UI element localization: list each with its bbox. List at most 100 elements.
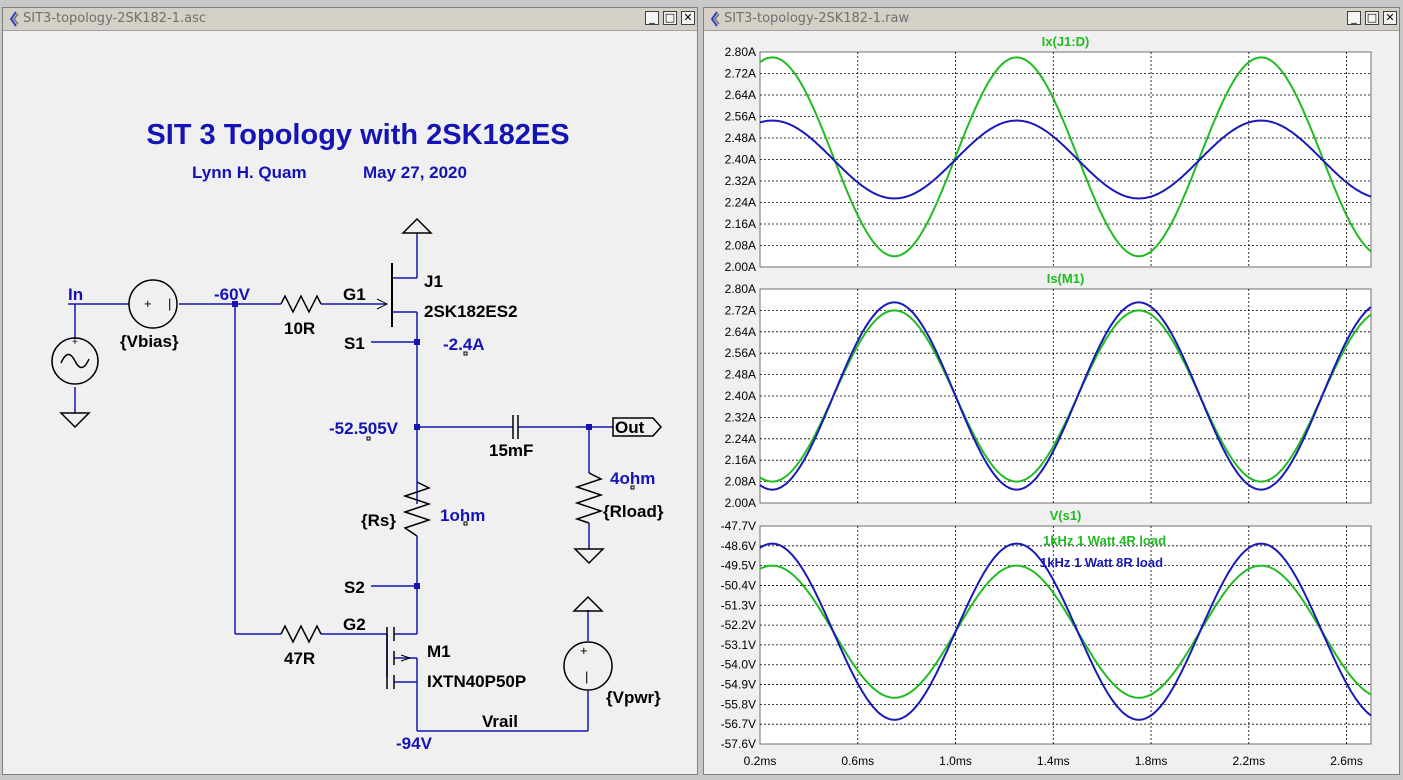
y-tick-label: 2.48A xyxy=(725,368,756,382)
plot-title: Is(M1) xyxy=(1047,271,1085,286)
ground-symbol xyxy=(573,548,605,565)
waveform-plot-area[interactable]: 2.80A 2.72A 2.64A 2.56A 2.48A 2.40A 2.32A 2.24A… xyxy=(704,30,1399,774)
label-cap: 15mF xyxy=(489,441,533,460)
annotation-8r-load: 1kHz 1 Watt 8R load xyxy=(1040,555,1163,570)
y-tick-label: 2.56A xyxy=(725,346,756,360)
maximize-button[interactable]: □ xyxy=(663,11,677,25)
supply-arrow-top xyxy=(401,217,433,234)
waveform-panel: 2.80A 2.72A 2.64A 2.56A 2.48A 2.40A 2.32A 2.24A… xyxy=(725,271,1372,510)
y-tick-label: 2.48A xyxy=(725,131,756,145)
label-rload-val: 4ohm xyxy=(610,469,655,488)
x-tick-label: 1.0ms xyxy=(939,754,972,768)
x-tick-label: 1.8ms xyxy=(1135,754,1168,768)
waveform-titlebar[interactable]: SIT3-topology-2SK182-1.raw _ □ ✕ xyxy=(704,8,1399,31)
label-r-gate1: 10R xyxy=(284,319,315,338)
label-node-out: -52.505V xyxy=(329,419,399,438)
y-tick-label: -49.5V xyxy=(721,559,756,573)
y-tick-label: -51.3V xyxy=(721,598,756,612)
y-tick-label: -53.1V xyxy=(721,638,756,652)
label-m1: M1 xyxy=(427,642,451,661)
plot-title: Ix(J1:D) xyxy=(1042,34,1090,49)
y-tick-label: 2.56A xyxy=(725,110,756,124)
supply-arrow-vpwr xyxy=(572,595,604,612)
svg-text:+: + xyxy=(72,337,78,348)
minimize-button[interactable]: _ xyxy=(645,11,659,25)
y-tick-label: -52.2V xyxy=(721,618,756,632)
y-tick-label: 2.32A xyxy=(725,174,756,188)
label-m1-part: IXTN40P50P xyxy=(427,672,526,691)
y-tick-label: 2.16A xyxy=(725,217,756,231)
ltspice-app-icon xyxy=(710,11,720,27)
svg-text:|: | xyxy=(585,669,588,684)
y-tick-label: 2.72A xyxy=(725,67,756,81)
plot-title: V(s1) xyxy=(1050,508,1082,523)
y-tick-label: 2.72A xyxy=(725,303,756,317)
y-tick-label: 2.08A xyxy=(725,239,756,253)
resistor-10r xyxy=(280,294,322,314)
schematic-canvas[interactable]: + | + | + SIT 3 Topology with 2SK182ES L… xyxy=(3,30,697,774)
svg-text:+: + xyxy=(580,643,588,658)
label-in: In xyxy=(68,285,83,304)
label-node-bias: -60V xyxy=(214,285,251,304)
y-tick-label: -48.6V xyxy=(721,539,756,553)
label-rs: {Rs} xyxy=(361,511,396,530)
waveform-window: SIT3-topology-2SK182-1.raw _ □ ✕ 2.80A 2.… xyxy=(703,7,1400,775)
y-tick-label: 2.64A xyxy=(725,325,756,339)
maximize-button[interactable]: □ xyxy=(1365,11,1379,25)
label-rs-val: 1ohm xyxy=(440,506,485,525)
label-s1: S1 xyxy=(344,334,365,353)
x-tick-label: 0.6ms xyxy=(841,754,874,768)
y-tick-label: 2.40A xyxy=(725,389,756,403)
y-tick-label: 2.80A xyxy=(725,282,756,296)
svg-text:+: + xyxy=(144,296,152,311)
resistor-rload xyxy=(574,472,604,524)
y-tick-label: 2.40A xyxy=(725,153,756,167)
label-j1-part: 2SK182ES2 xyxy=(424,302,518,321)
ground-symbol xyxy=(59,412,91,429)
y-tick-label: 2.24A xyxy=(725,432,756,446)
y-tick-label: 2.00A xyxy=(725,260,756,274)
svg-text:|: | xyxy=(168,296,171,311)
label-vrail: Vrail xyxy=(482,712,518,731)
y-tick-label: -47.7V xyxy=(721,519,756,533)
waveform-panel: 2.80A 2.72A 2.64A 2.56A 2.48A 2.40A 2.32A 2.24A… xyxy=(725,34,1372,274)
close-button[interactable]: ✕ xyxy=(681,11,695,25)
label-node-rail: -94V xyxy=(396,734,433,753)
ltspice-app-icon xyxy=(9,11,19,27)
y-tick-label: -56.7V xyxy=(721,717,756,731)
x-tick-label: 1.4ms xyxy=(1037,754,1070,768)
y-tick-label: 2.24A xyxy=(725,196,756,210)
x-tick-label: 2.6ms xyxy=(1330,754,1363,768)
waveform-window-title: SIT3-topology-2SK182-1.raw xyxy=(724,11,910,26)
label-g2: G2 xyxy=(343,615,366,634)
y-tick-label: -55.8V xyxy=(721,697,756,711)
x-tick-label: 2.2ms xyxy=(1232,754,1265,768)
minimize-button[interactable]: _ xyxy=(1347,11,1361,25)
y-tick-label: 2.08A xyxy=(725,475,756,489)
y-tick-label: -50.4V xyxy=(721,578,756,592)
label-j1: J1 xyxy=(424,272,443,291)
y-tick-label: 2.32A xyxy=(725,410,756,424)
label-r-gate2: 47R xyxy=(284,649,315,668)
schematic-heading: SIT 3 Topology with 2SK182ES xyxy=(146,119,569,151)
schematic-author: Lynn H. Quam xyxy=(192,163,307,182)
schematic-date: May 27, 2020 xyxy=(363,163,467,182)
label-out: Out xyxy=(615,418,645,437)
y-tick-label: 2.16A xyxy=(725,453,756,467)
label-vbias: {Vbias} xyxy=(120,332,179,351)
schematic-window: SIT3-topology-2SK182-1.asc _ □ ✕ + | + |… xyxy=(2,7,698,775)
schematic-window-title: SIT3-topology-2SK182-1.asc xyxy=(23,11,207,26)
y-tick-label: -54.0V xyxy=(721,658,756,672)
schematic-titlebar[interactable]: SIT3-topology-2SK182-1.asc _ □ ✕ xyxy=(3,8,697,31)
y-tick-label: 2.64A xyxy=(725,88,756,102)
label-g1: G1 xyxy=(343,285,366,304)
label-vpwr: {Vpwr} xyxy=(606,688,661,707)
y-tick-label: 2.00A xyxy=(725,496,756,510)
label-current-s1: -2.4A xyxy=(443,335,485,354)
label-s2: S2 xyxy=(344,578,365,597)
label-rload: {Rload} xyxy=(603,502,664,521)
resistor-47r xyxy=(280,624,322,644)
x-tick-label: 0.2ms xyxy=(744,754,777,768)
close-button[interactable]: ✕ xyxy=(1383,11,1397,25)
annotation-4r-load: 1kHz 1 Watt 4R load xyxy=(1043,533,1166,548)
